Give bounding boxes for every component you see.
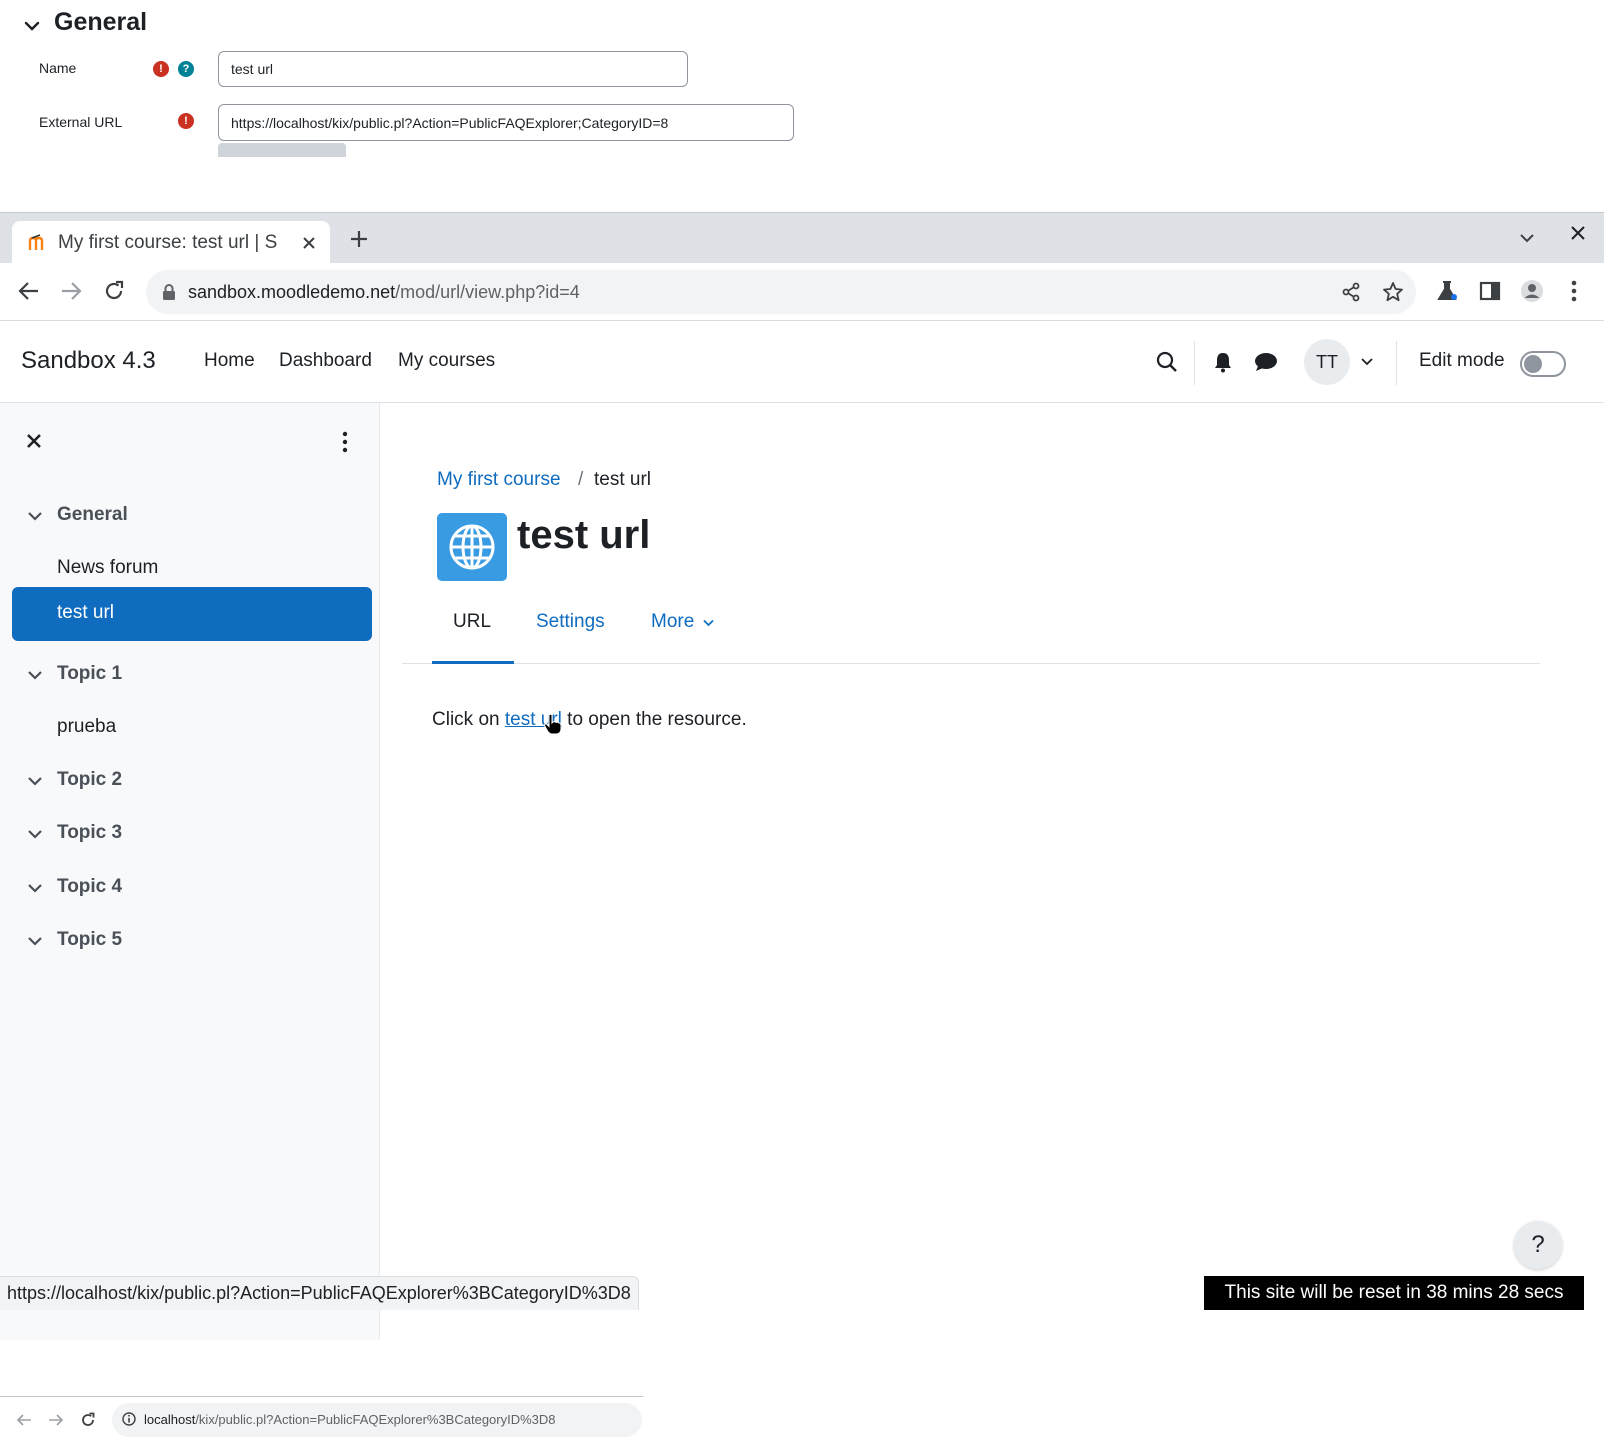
- resource-prefix: Click on: [432, 709, 500, 730]
- kebab-menu-icon[interactable]: [1570, 279, 1578, 303]
- section-topic-5[interactable]: Topic 5: [57, 929, 122, 951]
- back-arrow-icon[interactable]: [18, 280, 40, 302]
- user-menu-chevron-icon[interactable]: [1361, 358, 1373, 366]
- active-tab-indicator: [432, 661, 514, 664]
- chevron-down-icon[interactable]: [28, 670, 42, 680]
- choose-link-button[interactable]: [218, 143, 346, 157]
- tab-more[interactable]: More: [651, 611, 694, 633]
- forward-arrow-icon[interactable]: [60, 280, 82, 302]
- site-brand[interactable]: Sandbox 4.3: [21, 347, 156, 375]
- status-bar-url: https://localhost/kix/public.pl?Action=P…: [0, 1276, 639, 1310]
- page-title: test url: [517, 513, 651, 557]
- browser-tab[interactable]: My first course: test url | S: [12, 221, 330, 263]
- search-icon[interactable]: [1156, 351, 1178, 373]
- address-bar[interactable]: sandbox.moodledemo.net/mod/url/view.php?…: [146, 270, 1416, 314]
- labs-flask-icon[interactable]: [1436, 280, 1458, 302]
- close-tab-icon[interactable]: [302, 236, 316, 250]
- bookmark-star-icon[interactable]: [1382, 281, 1404, 303]
- side-panel-icon[interactable]: [1479, 280, 1501, 302]
- url-text: localhost/kix/public.pl?Action=PublicFAQ…: [144, 1412, 556, 1427]
- resource-suffix: to open the resource.: [567, 709, 747, 730]
- reload-icon[interactable]: [80, 1412, 96, 1428]
- moodle-favicon-icon: [28, 234, 44, 250]
- resource-instructions: Click on test url to open the resource.: [432, 709, 747, 731]
- url-activity-icon: [437, 513, 507, 581]
- navbar-divider: [1396, 341, 1397, 385]
- activity-test-url-active[interactable]: test url: [12, 587, 372, 641]
- edit-form-snippet: General Name ! ? test url External URL !…: [0, 0, 1604, 160]
- chevron-down-icon[interactable]: [28, 776, 42, 786]
- user-avatar[interactable]: TT: [1304, 339, 1350, 385]
- drawer-options-icon[interactable]: [341, 431, 349, 453]
- edit-mode-label: Edit mode: [1419, 350, 1505, 371]
- chevron-down-icon[interactable]: [28, 829, 42, 839]
- browser-window: My first course: test url | S sandbox.mo…: [0, 212, 1604, 1340]
- nav-dashboard[interactable]: Dashboard: [279, 350, 372, 372]
- tab-settings[interactable]: Settings: [536, 611, 605, 633]
- breadcrumb-separator: /: [578, 469, 584, 490]
- edit-mode-toggle[interactable]: [1520, 351, 1566, 377]
- address-bar[interactable]: localhost/kix/public.pl?Action=PublicFAQ…: [112, 1403, 642, 1437]
- tab-url[interactable]: URL: [453, 611, 491, 633]
- close-drawer-icon[interactable]: [26, 433, 42, 449]
- forward-arrow-icon[interactable]: [48, 1412, 64, 1428]
- info-icon[interactable]: [122, 1412, 136, 1426]
- nav-home[interactable]: Home: [204, 350, 255, 372]
- back-arrow-icon[interactable]: [16, 1412, 32, 1428]
- help-icon[interactable]: ?: [178, 61, 194, 77]
- chevron-down-icon[interactable]: [28, 511, 42, 521]
- messages-chat-icon[interactable]: [1254, 352, 1278, 372]
- activity-news-forum[interactable]: News forum: [57, 557, 158, 579]
- section-topic-2[interactable]: Topic 2: [57, 769, 122, 791]
- tab-more-label: More: [651, 611, 695, 632]
- section-topic-3[interactable]: Topic 3: [57, 822, 122, 844]
- globe-icon: [449, 524, 495, 570]
- activity-label: test url: [57, 602, 115, 623]
- breadcrumb-current: test url: [594, 469, 652, 490]
- name-input[interactable]: test url: [218, 51, 688, 87]
- name-field-label: Name: [39, 60, 77, 76]
- chevron-down-icon[interactable]: [703, 619, 714, 627]
- site-reset-notice: This site will be reset in 38 mins 28 se…: [1204, 1276, 1584, 1310]
- tabs-divider: [402, 663, 1540, 664]
- section-topic-1[interactable]: Topic 1: [57, 663, 122, 685]
- tab-title: My first course: test url | S: [58, 232, 278, 253]
- external-url-input[interactable]: https://localhost/kix/public.pl?Action=P…: [218, 104, 794, 141]
- help-button[interactable]: ?: [1514, 1221, 1562, 1269]
- share-icon[interactable]: [1341, 282, 1361, 302]
- required-icon: !: [178, 113, 194, 129]
- tab-search-chevron-icon[interactable]: [1519, 232, 1535, 244]
- bottom-browser-snippet: localhost/kix/public.pl?Action=PublicFAQ…: [0, 1396, 643, 1442]
- chevron-down-icon[interactable]: [22, 16, 42, 36]
- hand-pointer-cursor-icon: [543, 713, 562, 735]
- browser-toolbar: sandbox.moodledemo.net/mod/url/view.php?…: [0, 263, 1604, 321]
- site-navbar: Sandbox 4.3 Home Dashboard My courses TT…: [0, 321, 1604, 403]
- url-text: sandbox.moodledemo.net/mod/url/view.php?…: [188, 282, 580, 302]
- tab-strip: My first course: test url | S: [0, 213, 1604, 263]
- course-index-drawer: General News forum test url Topic 1 prue…: [0, 403, 380, 1340]
- nav-my-courses[interactable]: My courses: [398, 350, 495, 372]
- required-icon: !: [153, 61, 169, 77]
- form-section-title: General: [54, 8, 148, 36]
- activity-prueba[interactable]: prueba: [57, 716, 116, 738]
- breadcrumb-course-link[interactable]: My first course: [437, 469, 561, 491]
- profile-icon[interactable]: [1520, 279, 1544, 303]
- chevron-down-icon[interactable]: [28, 936, 42, 946]
- reload-icon[interactable]: [103, 280, 125, 302]
- lock-icon[interactable]: [162, 284, 176, 300]
- section-general[interactable]: General: [57, 504, 128, 526]
- external-url-label: External URL: [39, 114, 123, 130]
- new-tab-icon[interactable]: [350, 230, 368, 248]
- toggle-knob: [1524, 355, 1542, 373]
- navbar-divider: [1194, 341, 1195, 385]
- chevron-down-icon[interactable]: [28, 883, 42, 893]
- close-window-icon[interactable]: [1570, 225, 1586, 241]
- section-topic-4[interactable]: Topic 4: [57, 876, 122, 898]
- notifications-bell-icon[interactable]: [1213, 351, 1233, 373]
